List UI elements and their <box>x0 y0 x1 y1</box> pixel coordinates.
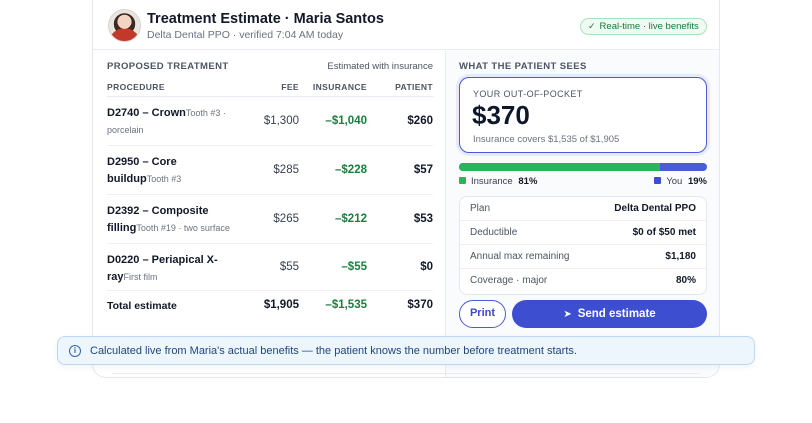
column-header-insurance: Insurance <box>312 82 367 92</box>
fee-cell: $285 <box>273 164 299 176</box>
fact-row-deductible: Deductible $0 of $50 met <box>460 221 706 245</box>
procedure-cell: D2740 – CrownTooth #3 · porcelain <box>107 105 257 139</box>
insurance-swatch <box>459 177 466 184</box>
check-icon: ✓ <box>588 21 596 31</box>
fact-value: $0 of $50 met <box>632 227 696 238</box>
table-header: Procedure Fee Insurance Patient <box>107 81 433 97</box>
out-of-pocket-card: Your out-of-pocket $370 Insurance covers… <box>459 77 707 153</box>
fee-cell: $265 <box>273 213 299 225</box>
patient-avatar <box>108 9 141 42</box>
page-title: Treatment Estimate · Maria Santos <box>147 11 384 27</box>
send-estimate-label: Send estimate <box>577 308 656 320</box>
fact-row-coverage: Coverage · major 80% <box>460 269 706 293</box>
you-swatch <box>654 177 662 184</box>
total-row: Total estimate $1,905 –$1,535 $370 <box>107 291 433 321</box>
coverage-split-bar <box>459 163 707 171</box>
procedure-cell: D2392 – Composite fillingTooth #19 · two… <box>107 203 237 237</box>
plan-verification-text: Delta Dental PPO · verified 7:04 AM toda… <box>147 29 344 41</box>
info-banner: i Calculated live from Maria's actual be… <box>57 336 755 365</box>
patient-view-panel: What the patient sees Your out-of-pocket… <box>446 51 719 377</box>
column-header-fee: Fee <box>281 82 299 92</box>
out-of-pocket-amount: $370 <box>472 100 530 130</box>
table-row: D2950 – Core buildupTooth #3 $285 –$228 … <box>107 147 433 195</box>
benefits-facts-list: Plan Delta Dental PPO Deductible $0 of $… <box>459 196 707 295</box>
fact-key: Deductible <box>470 227 518 238</box>
legend-insurance-value: 81% <box>518 176 538 187</box>
fee-cell: $1,300 <box>263 115 299 127</box>
insurance-cell: –$55 <box>341 261 367 273</box>
fact-key: Coverage · major <box>470 275 548 286</box>
table-row: D0220 – Periapical X-rayFirst film $55 –… <box>107 245 433 291</box>
patient-cell: $53 <box>413 213 433 225</box>
badge-label: Real-time · live benefits <box>599 21 699 32</box>
live-benefits-badge: ✓ Real-time · live benefits <box>580 18 707 35</box>
section-label-patient-view: What the patient sees <box>459 61 587 72</box>
print-button[interactable]: Print <box>459 300 506 328</box>
coverage-summary: Insurance covers $1,535 of $1,905 <box>473 134 620 145</box>
total-fee: $1,905 <box>263 299 299 311</box>
insurance-cell: –$228 <box>335 164 367 176</box>
legend-you-label: You <box>666 176 683 187</box>
total-insurance: –$1,535 <box>325 299 367 311</box>
procedure-detail: First film <box>123 272 158 282</box>
insurance-share-fill <box>459 163 660 171</box>
info-icon: i <box>69 345 81 357</box>
insurance-cell: –$212 <box>335 213 367 225</box>
divider-line <box>112 373 700 374</box>
total-patient: $370 <box>407 299 433 311</box>
column-header-procedure: Procedure <box>107 82 165 92</box>
fee-cell: $55 <box>279 261 299 273</box>
total-label: Total estimate <box>107 300 177 312</box>
patient-cell: $260 <box>407 115 433 127</box>
proposed-treatment-panel: Proposed treatment Estimated with insura… <box>93 51 445 377</box>
estimate-card: Treatment Estimate · Maria Santos Delta … <box>92 0 720 378</box>
procedure-detail: Tooth #3 <box>146 174 182 184</box>
fact-row-annual-max: Annual max remaining $1,180 <box>460 245 706 269</box>
table-row: D2392 – Composite fillingTooth #19 · two… <box>107 196 433 244</box>
patient-cell: $0 <box>420 261 433 273</box>
info-banner-text: Calculated live from Maria's actual bene… <box>90 345 577 357</box>
table-row: D2740 – CrownTooth #3 · porcelain $1,300… <box>107 98 433 146</box>
legend-insurance: Insurance 81% <box>459 176 537 187</box>
send-estimate-button[interactable]: ➤ Send estimate <box>512 300 707 328</box>
procedure-cell: D2950 – Core buildupTooth #3 <box>107 154 217 188</box>
legend-you-value: 19% <box>687 176 707 187</box>
card-header: Treatment Estimate · Maria Santos Delta … <box>93 0 719 50</box>
procedure-detail: Tooth #19 · two surface <box>136 223 230 233</box>
section-note-insurance: Estimated with insurance <box>327 61 433 72</box>
patient-cell: $57 <box>413 164 433 176</box>
fact-value: Delta Dental PPO <box>614 203 696 214</box>
column-header-patient: Patient <box>395 82 433 92</box>
procedure-code: D2740 – Crown <box>107 107 186 119</box>
fact-key: Annual max remaining <box>470 251 570 262</box>
fact-value: $1,180 <box>665 251 696 262</box>
fact-key: Plan <box>470 203 491 214</box>
paper-plane-icon: ➤ <box>563 309 572 320</box>
procedure-cell: D0220 – Periapical X-rayFirst film <box>107 252 225 286</box>
fact-row-plan: Plan Delta Dental PPO <box>460 197 706 221</box>
insurance-cell: –$1,040 <box>325 115 367 127</box>
legend-insurance-label: Insurance <box>471 176 513 187</box>
section-label-proposed: Proposed treatment <box>107 61 229 72</box>
out-of-pocket-label: Your out-of-pocket <box>473 89 583 99</box>
fact-value: 80% <box>675 275 696 286</box>
legend-you: You 19% <box>654 176 707 187</box>
